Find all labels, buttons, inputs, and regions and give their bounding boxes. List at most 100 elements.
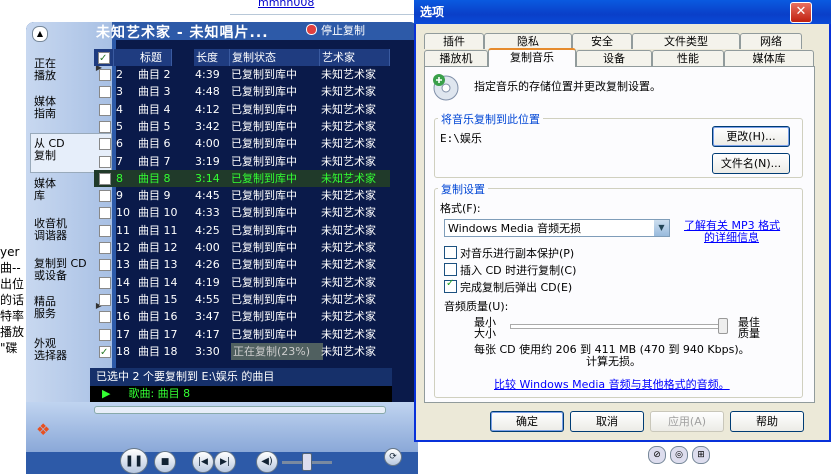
track-checkbox[interactable] [99,69,111,81]
chevron-down-icon[interactable]: ▼ [654,220,669,236]
tab-row2-2[interactable]: 设备 [576,50,652,66]
track-checkbox[interactable] [99,328,111,341]
track-length: 4:00 [195,241,220,254]
table-row[interactable]: 14 曲目 14 4:19 已复制到库中 未知艺术家 [94,274,390,291]
track-copy-status: 已复制到库中 [231,85,297,99]
next-button[interactable]: ▶| [214,451,236,473]
table-row[interactable]: 3 曲目 3 4:48 已复制到库中 未知艺术家 [94,83,390,100]
table-row[interactable]: 6 曲目 6 4:00 已复制到库中 未知艺术家 [94,135,390,152]
table-row[interactable]: 11 曲目 11 4:25 已复制到库中 未知艺术家 [94,222,390,239]
format-select[interactable]: Windows Media 音频无损 ▼ [444,219,670,237]
previous-button[interactable]: |◀ [192,451,214,473]
track-copy-status: 已复制到库中 [231,310,297,324]
pause-button[interactable]: ❚❚ [120,448,148,474]
cancel-button[interactable]: 取消 [570,411,644,432]
seek-bar[interactable] [94,406,386,414]
table-row[interactable]: 15 曲目 15 4:55 已复制到库中 未知艺术家 [94,291,390,308]
apply-button[interactable]: 应用(A) [650,411,724,432]
track-length: 4:26 [195,258,220,272]
track-checkbox[interactable] [99,276,111,289]
sidebar-item-label: 收音机 调谐器 [34,217,67,242]
quality-slider[interactable] [510,324,726,329]
track-checkbox[interactable] [99,259,111,272]
track-checkbox[interactable] [99,103,111,116]
table-row[interactable]: 9 曲目 9 4:45 已复制到库中 未知艺术家 [94,187,390,204]
track-length: 4:55 [195,292,220,306]
dialog-title: 选项 [420,5,445,19]
track-checkbox[interactable] [99,120,111,133]
sidebar-item-label: 媒体 库 [34,177,56,202]
track-artist: 未知艺术家 [321,171,376,185]
table-row[interactable]: 10 曲目 10 4:33 已复制到库中 未知艺术家 [94,204,390,221]
tab-row2-4[interactable]: 媒体库 [724,50,814,66]
table-row[interactable]: 7 曲目 7 3:19 已复制到库中 未知艺术家 [94,153,390,170]
track-number: 15 [116,292,130,306]
tab-row2-0[interactable]: 播放机 [424,50,488,66]
table-row[interactable]: 18 曲目 18 3:30 正在复制(23%)未知艺术家 [94,342,390,361]
close-icon[interactable]: ✕ [790,2,812,23]
change-location-button[interactable]: 更改(H)... [712,126,790,147]
track-checkbox[interactable] [99,86,111,99]
table-row[interactable]: 8 曲目 8 3:14 已复制到库中 未知艺术家 [94,169,390,187]
track-checkbox[interactable] [99,311,111,324]
track-checkbox[interactable] [99,138,111,151]
ok-button[interactable]: 确定 [490,411,564,432]
filename-button[interactable]: 文件名(N)... [712,153,790,174]
sidebar-item-label: 外观 选择器 [34,337,67,362]
volume-knob[interactable] [302,453,312,471]
track-number: 4 [116,102,123,116]
track-title: 曲目 17 [138,327,178,341]
table-row[interactable]: 4 曲目 4 4:12 已复制到库中 未知艺术家 [94,101,390,118]
track-title: 曲目 8 [138,171,171,185]
stop-button[interactable]: ■ [154,451,176,473]
table-row[interactable]: 16 曲目 16 3:47 已复制到库中 未知艺术家 [94,308,390,325]
tab-2[interactable]: 安全 [572,33,632,49]
table-row[interactable]: 12 曲目 12 4:00 已复制到库中 未知艺术家 [94,239,390,256]
track-copy-status: 已复制到库中 [231,189,297,203]
track-checkbox[interactable] [99,344,111,361]
shuffle-icon[interactable]: ⟳ [384,448,402,466]
copy-protect-checkbox[interactable] [444,246,457,259]
playlist-icon[interactable]: ◎ [670,446,688,464]
column-header-length[interactable]: 长度 [194,49,230,66]
track-artist: 未知艺术家 [321,85,376,99]
track-checkbox[interactable] [99,190,111,203]
sidebar-item-label: 媒体 指南 [34,95,56,120]
stop-copy-button[interactable]: 停止复制 [306,22,365,38]
column-header-artist[interactable]: 艺术家 [320,49,390,66]
tab-4[interactable]: 网络 [740,33,802,49]
tab-row2-1[interactable]: 复制音乐 [488,48,576,67]
mini-mode-icon[interactable]: ⊘ [648,446,666,464]
table-row[interactable]: 2 曲目 2 4:39 已复制到库中 未知艺术家 [94,66,390,83]
tab-row2-3[interactable]: 性能 [652,50,724,66]
learn-more-mp3-link-line2[interactable]: 的详细信息 [704,229,759,245]
track-checkbox[interactable] [99,242,111,254]
mute-button[interactable]: ◀) [256,451,278,473]
compare-formats-link[interactable]: 比较 Windows Media 音频与其他格式的音频。 [494,376,730,392]
track-checkbox[interactable] [99,224,111,237]
track-artist: 未知艺术家 [321,137,376,151]
background-link[interactable]: mmhh008 [258,0,314,9]
column-header-status[interactable]: 复制状态 [230,49,320,66]
collapse-icon[interactable]: ▲ [32,26,48,42]
table-row[interactable]: 5 曲目 5 3:42 已复制到库中 未知艺术家 [94,118,390,135]
table-row[interactable]: 17 曲目 17 4:17 已复制到库中 未知艺术家 [94,326,390,343]
resize-icon[interactable]: ⊞ [692,446,710,464]
quality-slider-knob[interactable] [718,318,728,334]
tab-3[interactable]: 文件类型 [632,33,740,49]
track-checkbox[interactable] [99,155,111,168]
rip-on-insert-checkbox[interactable] [444,263,457,276]
eject-after-checkbox[interactable] [444,278,457,293]
table-row[interactable]: 13 曲目 13 4:26 已复制到库中 未知艺术家 [94,256,390,273]
select-all-checkbox[interactable] [98,50,110,67]
track-length: 4:19 [195,275,220,289]
track-checkbox[interactable] [99,172,111,185]
column-header-title[interactable]: 标题 [114,49,172,66]
help-button[interactable]: 帮助 [730,411,804,432]
tab-1[interactable]: 隐私 [484,33,572,49]
track-checkbox[interactable] [99,293,111,306]
track-checkbox[interactable] [99,207,111,220]
tab-0[interactable]: 插件 [424,33,484,49]
select-all-header[interactable] [94,49,114,67]
track-number: 7 [116,154,123,168]
